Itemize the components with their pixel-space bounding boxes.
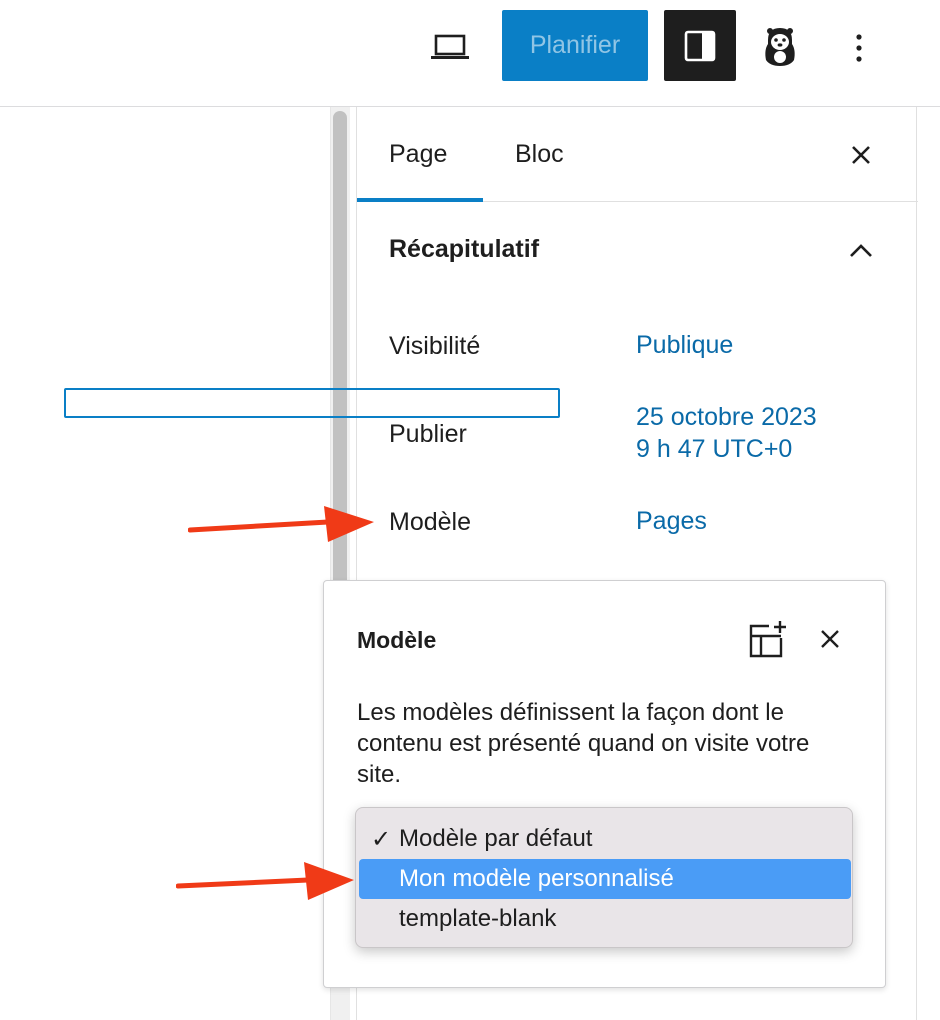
template-dropdown-list: ✓ Modèle par défaut Mon modèle personnal… xyxy=(355,807,853,948)
summary-panel-toggle[interactable] xyxy=(843,233,879,269)
dropdown-option-blank[interactable]: template-blank xyxy=(359,899,851,939)
plugin-mascot-button[interactable] xyxy=(752,18,808,74)
animal-mascot-icon xyxy=(765,28,795,66)
publish-time: 9 h 47 UTC+0 xyxy=(636,435,793,463)
close-icon xyxy=(852,146,870,164)
publish-date-link[interactable]: 25 octobre 2023 9 h 47 UTC+0 xyxy=(636,401,817,465)
publish-label: Publier xyxy=(389,420,467,448)
option-label: Mon modèle personnalisé xyxy=(399,865,674,892)
dropdown-option-default[interactable]: ✓ Modèle par défaut xyxy=(359,819,851,859)
sidebar-panel-icon xyxy=(684,30,716,61)
annotation-arrow-icon xyxy=(176,862,354,900)
visibility-value-link[interactable]: Publique xyxy=(636,329,733,361)
close-popover-button[interactable] xyxy=(812,621,848,657)
add-template-icon xyxy=(749,621,786,658)
close-icon xyxy=(821,630,839,648)
close-sidebar-button[interactable] xyxy=(843,137,879,173)
publish-date: 25 octobre 2023 xyxy=(636,403,817,431)
preview-button[interactable] xyxy=(424,24,476,72)
tab-page[interactable]: Page xyxy=(389,107,447,202)
tab-block[interactable]: Bloc xyxy=(515,107,564,202)
option-label: template-blank xyxy=(399,905,557,932)
template-label: Modèle xyxy=(389,508,471,536)
settings-toggle-button[interactable] xyxy=(664,10,736,81)
popover-description: Les modèles définissent la façon dont le… xyxy=(357,699,810,788)
visibility-label: Visibilité xyxy=(389,332,481,360)
sidebar-tabs: Page Bloc xyxy=(357,107,918,202)
add-template-button[interactable] xyxy=(744,617,790,663)
dropdown-option-custom[interactable]: Mon modèle personnalisé xyxy=(359,859,851,899)
option-label: Modèle par défaut xyxy=(399,825,593,852)
checkmark-icon: ✓ xyxy=(371,825,392,853)
template-select[interactable] xyxy=(64,388,560,418)
chevron-up-icon xyxy=(850,244,872,257)
template-value-link[interactable]: Pages xyxy=(636,505,707,537)
vertical-ellipsis-icon xyxy=(856,34,862,62)
annotation-arrow-icon xyxy=(188,506,374,542)
laptop-icon xyxy=(431,34,469,59)
editor-toolbar: Planifier xyxy=(0,0,940,107)
popover-title: Modèle xyxy=(357,627,437,653)
editor-screen: Planifier Page Bloc Récapitulatif Visibi… xyxy=(0,0,940,1020)
active-tab-indicator xyxy=(357,198,483,202)
schedule-button[interactable]: Planifier xyxy=(502,10,648,81)
summary-panel-title[interactable]: Récapitulatif xyxy=(389,235,539,264)
options-menu-button[interactable] xyxy=(838,24,880,72)
